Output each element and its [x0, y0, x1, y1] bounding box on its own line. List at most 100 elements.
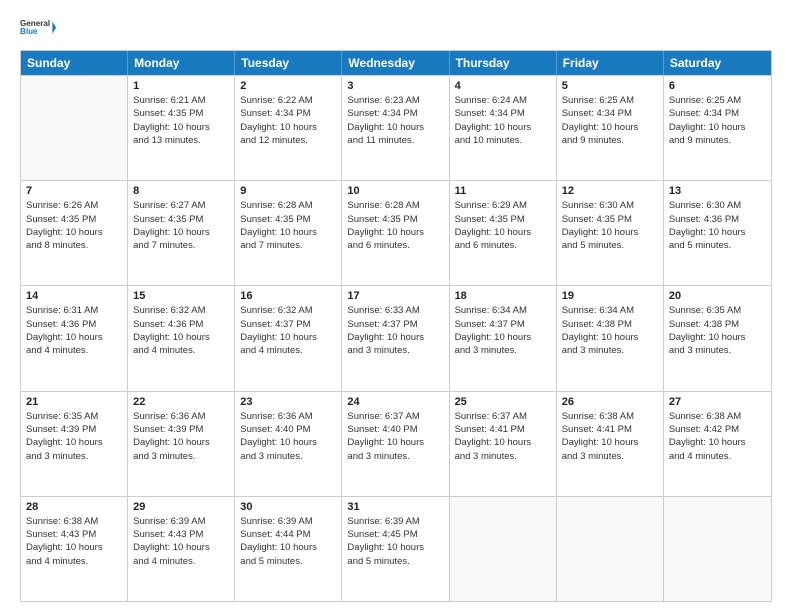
day-info: Sunrise: 6:38 AM Sunset: 4:42 PM Dayligh… [669, 410, 766, 463]
calendar-cell: 26 Sunrise: 6:38 AM Sunset: 4:41 PM Dayli… [557, 392, 664, 496]
day-info: Sunrise: 6:25 AM Sunset: 4:34 PM Dayligh… [669, 94, 766, 147]
day-info: Sunrise: 6:32 AM Sunset: 4:36 PM Dayligh… [133, 304, 229, 357]
calendar-cell [557, 497, 664, 601]
calendar-cell: 17 Sunrise: 6:33 AM Sunset: 4:37 PM Dayli… [342, 286, 449, 390]
day-number: 17 [347, 290, 443, 302]
calendar-row-4: 21Sunrise: 6:35 AM Sunset: 4:39 PM Dayli… [21, 391, 771, 496]
day-info: Sunrise: 6:34 AM Sunset: 4:38 PM Dayligh… [562, 304, 658, 357]
day-info: Sunrise: 6:38 AM Sunset: 4:41 PM Dayligh… [562, 410, 658, 463]
header-day-friday: Friday [557, 51, 664, 75]
day-number: 11 [455, 185, 551, 197]
day-info: Sunrise: 6:30 AM Sunset: 4:35 PM Dayligh… [562, 199, 658, 252]
day-number: 20 [669, 290, 766, 302]
day-number: 15 [133, 290, 229, 302]
header-day-sunday: Sunday [21, 51, 128, 75]
day-info: Sunrise: 6:37 AM Sunset: 4:41 PM Dayligh… [455, 410, 551, 463]
day-info: Sunrise: 6:38 AM Sunset: 4:43 PM Dayligh… [26, 515, 122, 568]
calendar-cell: 20 Sunrise: 6:35 AM Sunset: 4:38 PM Dayli… [664, 286, 771, 390]
calendar-cell: 8 Sunrise: 6:27 AM Sunset: 4:35 PM Daylig… [128, 181, 235, 285]
day-number: 23 [240, 396, 336, 408]
calendar-cell: 29Sunrise: 6:39 AM Sunset: 4:43 PM Dayli… [128, 497, 235, 601]
calendar-cell: 2Sunrise: 6:22 AM Sunset: 4:34 PM Daylig… [235, 76, 342, 180]
day-info: Sunrise: 6:32 AM Sunset: 4:37 PM Dayligh… [240, 304, 336, 357]
day-number: 26 [562, 396, 658, 408]
day-number: 6 [669, 80, 766, 92]
day-number: 31 [347, 501, 443, 513]
calendar-row-2: 7Sunrise: 6:26 AM Sunset: 4:35 PM Daylig… [21, 180, 771, 285]
day-number: 4 [455, 80, 551, 92]
day-number: 2 [240, 80, 336, 92]
calendar-row-5: 28 Sunrise: 6:38 AM Sunset: 4:43 PM Dayli… [21, 496, 771, 601]
day-number: 24 [347, 396, 443, 408]
header-day-tuesday: Tuesday [235, 51, 342, 75]
calendar-cell: 6 Sunrise: 6:25 AM Sunset: 4:34 PM Daylig… [664, 76, 771, 180]
day-info: Sunrise: 6:39 AM Sunset: 4:45 PM Dayligh… [347, 515, 443, 568]
day-info: Sunrise: 6:37 AM Sunset: 4:40 PM Dayligh… [347, 410, 443, 463]
day-info: Sunrise: 6:26 AM Sunset: 4:35 PM Dayligh… [26, 199, 122, 252]
day-number: 14 [26, 290, 122, 302]
day-number: 22 [133, 396, 229, 408]
calendar-cell [21, 76, 128, 180]
calendar-cell: 21Sunrise: 6:35 AM Sunset: 4:39 PM Dayli… [21, 392, 128, 496]
calendar-cell: 10 Sunrise: 6:28 AM Sunset: 4:35 PM Dayli… [342, 181, 449, 285]
day-number: 12 [562, 185, 658, 197]
day-info: Sunrise: 6:23 AM Sunset: 4:34 PM Dayligh… [347, 94, 443, 147]
calendar-cell: 4 Sunrise: 6:24 AM Sunset: 4:34 PM Daylig… [450, 76, 557, 180]
calendar-body: 1Sunrise: 6:21 AM Sunset: 4:35 PM Daylig… [21, 75, 771, 601]
calendar-cell: 22 Sunrise: 6:36 AM Sunset: 4:39 PM Dayli… [128, 392, 235, 496]
calendar-cell: 18Sunrise: 6:34 AM Sunset: 4:37 PM Dayli… [450, 286, 557, 390]
page: General Blue SundayMondayTuesdayWednesda… [0, 0, 792, 612]
header-day-monday: Monday [128, 51, 235, 75]
logo: General Blue [20, 10, 56, 46]
day-info: Sunrise: 6:24 AM Sunset: 4:34 PM Dayligh… [455, 94, 551, 147]
day-number: 27 [669, 396, 766, 408]
calendar-cell: 15 Sunrise: 6:32 AM Sunset: 4:36 PM Dayli… [128, 286, 235, 390]
day-number: 10 [347, 185, 443, 197]
day-info: Sunrise: 6:35 AM Sunset: 4:38 PM Dayligh… [669, 304, 766, 357]
svg-text:General: General [20, 19, 50, 28]
day-info: Sunrise: 6:39 AM Sunset: 4:44 PM Dayligh… [240, 515, 336, 568]
calendar-cell: 3 Sunrise: 6:23 AM Sunset: 4:34 PM Daylig… [342, 76, 449, 180]
day-info: Sunrise: 6:35 AM Sunset: 4:39 PM Dayligh… [26, 410, 122, 463]
day-info: Sunrise: 6:33 AM Sunset: 4:37 PM Dayligh… [347, 304, 443, 357]
calendar-cell: 28 Sunrise: 6:38 AM Sunset: 4:43 PM Dayli… [21, 497, 128, 601]
day-info: Sunrise: 6:28 AM Sunset: 4:35 PM Dayligh… [347, 199, 443, 252]
svg-text:Blue: Blue [20, 27, 38, 36]
day-number: 19 [562, 290, 658, 302]
calendar-cell: 5 Sunrise: 6:25 AM Sunset: 4:34 PM Daylig… [557, 76, 664, 180]
day-info: Sunrise: 6:36 AM Sunset: 4:40 PM Dayligh… [240, 410, 336, 463]
day-number: 8 [133, 185, 229, 197]
day-number: 28 [26, 501, 122, 513]
logo-svg: General Blue [20, 10, 56, 46]
calendar-cell: 13Sunrise: 6:30 AM Sunset: 4:36 PM Dayli… [664, 181, 771, 285]
day-number: 3 [347, 80, 443, 92]
calendar-cell: 1Sunrise: 6:21 AM Sunset: 4:35 PM Daylig… [128, 76, 235, 180]
header-day-wednesday: Wednesday [342, 51, 449, 75]
day-info: Sunrise: 6:39 AM Sunset: 4:43 PM Dayligh… [133, 515, 229, 568]
day-info: Sunrise: 6:25 AM Sunset: 4:34 PM Dayligh… [562, 94, 658, 147]
day-info: Sunrise: 6:36 AM Sunset: 4:39 PM Dayligh… [133, 410, 229, 463]
calendar-cell: 23 Sunrise: 6:36 AM Sunset: 4:40 PM Dayli… [235, 392, 342, 496]
calendar-cell [664, 497, 771, 601]
day-info: Sunrise: 6:28 AM Sunset: 4:35 PM Dayligh… [240, 199, 336, 252]
calendar-cell: 12 Sunrise: 6:30 AM Sunset: 4:35 PM Dayli… [557, 181, 664, 285]
day-info: Sunrise: 6:34 AM Sunset: 4:37 PM Dayligh… [455, 304, 551, 357]
calendar-cell: 31 Sunrise: 6:39 AM Sunset: 4:45 PM Dayli… [342, 497, 449, 601]
calendar-cell: 27 Sunrise: 6:38 AM Sunset: 4:42 PM Dayli… [664, 392, 771, 496]
calendar-header: SundayMondayTuesdayWednesdayThursdayFrid… [21, 51, 771, 75]
header-day-thursday: Thursday [450, 51, 557, 75]
calendar-cell: 11Sunrise: 6:29 AM Sunset: 4:35 PM Dayli… [450, 181, 557, 285]
day-info: Sunrise: 6:27 AM Sunset: 4:35 PM Dayligh… [133, 199, 229, 252]
day-info: Sunrise: 6:21 AM Sunset: 4:35 PM Dayligh… [133, 94, 229, 147]
calendar-cell: 9 Sunrise: 6:28 AM Sunset: 4:35 PM Daylig… [235, 181, 342, 285]
calendar-cell: 19 Sunrise: 6:34 AM Sunset: 4:38 PM Dayli… [557, 286, 664, 390]
calendar-cell: 30Sunrise: 6:39 AM Sunset: 4:44 PM Dayli… [235, 497, 342, 601]
calendar-row-1: 1Sunrise: 6:21 AM Sunset: 4:35 PM Daylig… [21, 75, 771, 180]
header-day-saturday: Saturday [664, 51, 771, 75]
day-number: 9 [240, 185, 336, 197]
calendar-cell [450, 497, 557, 601]
calendar-cell: 24 Sunrise: 6:37 AM Sunset: 4:40 PM Dayli… [342, 392, 449, 496]
day-number: 5 [562, 80, 658, 92]
day-number: 25 [455, 396, 551, 408]
day-number: 16 [240, 290, 336, 302]
